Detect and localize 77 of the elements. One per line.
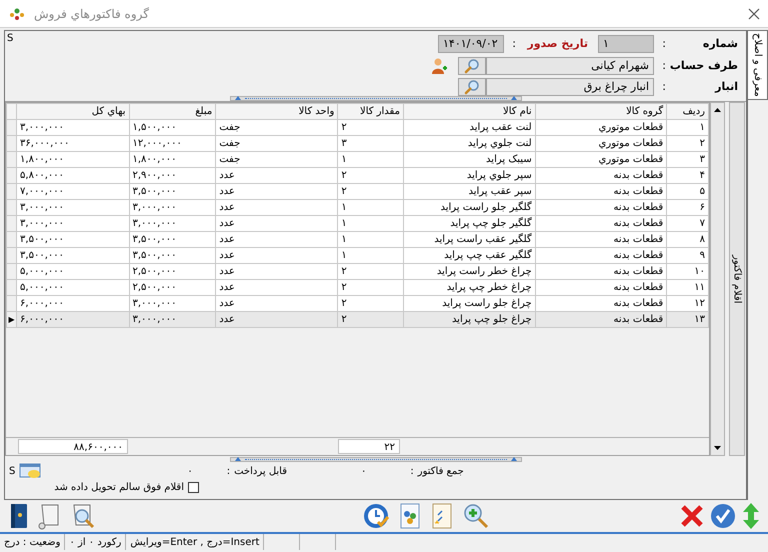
star-checklist-icon[interactable]	[430, 502, 454, 530]
table-row[interactable]: ۸ قطعات بدنه گلگير عقب راست پرايد ۱ عدد ۳,۵۰۰,۰۰۰ ۳,۵۰۰,۰۰۰	[6, 232, 708, 248]
field-label: شماره	[702, 36, 738, 52]
row-indicator: ▶	[8, 314, 15, 324]
status-bar-cell: رکورد ۰ از ۰	[65, 534, 126, 550]
search-icon	[464, 79, 480, 95]
field-label: انبار	[714, 78, 738, 95]
colon: :	[410, 464, 414, 478]
colon: :	[661, 58, 666, 74]
column-header[interactable]: بهاي كل	[16, 104, 129, 120]
text-field[interactable]: ۱۴۰۱/۰۹/۰۲	[438, 35, 504, 53]
table-row[interactable]: ۴ قطعات بدنه سپر جلوي پرايد ۲ عدد ۲,۹۰۰,۰۰۰ ۵,۸۰۰,۰۰۰	[6, 168, 708, 184]
invoice-sum-value: ۰	[361, 464, 366, 478]
field-label: طرف حساب	[668, 58, 738, 74]
colon: :	[661, 36, 666, 52]
checkbox-label: اقلام فوق سالم تحویل داده شد	[54, 481, 184, 495]
total-quantity-cell: ۲۲	[338, 439, 400, 454]
column-header[interactable]: ردیف	[666, 104, 708, 120]
column-header[interactable]: گروه کالا	[535, 104, 667, 120]
colon: :	[661, 78, 666, 95]
chat-window-icon[interactable]	[19, 463, 44, 479]
colon: :	[226, 464, 230, 478]
splitter-handle[interactable]	[230, 96, 522, 100]
table-row[interactable]: ۱۳ قطعات بدنه چراغ جلو چپ پرايد ۲ عدد ۳,۰۰۰,۰۰۰ ۶,۰۰۰,۰۰۰ ▶	[6, 312, 708, 328]
table-row[interactable]: ۶ قطعات بدنه گلگير جلو راست پرايد ۱ عدد ۳,۰۰۰,۰۰۰ ۳,۰۰۰,۰۰۰	[6, 200, 708, 216]
table-row[interactable]: ۲ قطعات موتوري لنت جلوي پرايد ۳ جفت ۱۲,۰۰۰,۰۰۰ ۳۶,۰۰۰,۰۰۰	[6, 136, 708, 152]
app-logo-icon	[8, 6, 26, 20]
payable-label: قابل پرداخت	[234, 464, 288, 478]
table-cell: چراغ جلو چپ پرايد	[403, 312, 536, 328]
lookup-button[interactable]	[458, 78, 486, 96]
up-down-arrow-icon[interactable]	[742, 502, 760, 530]
side-tab[interactable]: معرفی و اصلاح	[748, 30, 768, 100]
table-cell: عدد	[216, 312, 338, 328]
column-header[interactable]: نام کالا	[403, 104, 536, 120]
table-cell: ۱۳	[666, 312, 708, 328]
table-row[interactable]: ۱۰ قطعات بدنه چراغ خطر راست پرايد ۲ عدد ۲,۵۰۰,۰۰۰ ۵,۰۰۰,۰۰۰	[6, 264, 708, 280]
check-icon[interactable]	[710, 503, 736, 529]
items-tab[interactable]: اقلام فاکتور	[729, 102, 745, 456]
table-row[interactable]: ۱۱ قطعات بدنه چراغ خطر چپ پرايد ۲ عدد ۲,۵۰۰,۰۰۰ ۵,۰۰۰,۰۰۰	[6, 280, 708, 296]
close-icon[interactable]	[680, 504, 704, 528]
table-cell: قطعات بدنه	[535, 312, 667, 328]
column-header[interactable]: مقدار کالا	[338, 104, 404, 120]
users-document-icon[interactable]	[398, 502, 422, 530]
book-icon[interactable]	[8, 502, 30, 530]
colon: :	[511, 36, 516, 52]
text-field[interactable]: انبار چراغ برق	[486, 78, 654, 96]
column-header[interactable]: واحد کالا	[216, 104, 338, 120]
table-row[interactable]: ۵ قطعات بدنه سپر عقب پرايد ۲ عدد ۳,۵۰۰,۰۰۰ ۷,۰۰۰,۰۰۰	[6, 184, 708, 200]
column-header[interactable]: مبلغ	[129, 104, 216, 120]
lookup-button[interactable]	[458, 57, 486, 75]
vertical-scrollbar[interactable]	[710, 102, 725, 456]
payable-value: ۰	[187, 464, 193, 478]
text-field[interactable]: ۱	[598, 35, 654, 53]
checkbox[interactable]	[188, 482, 199, 493]
table-row[interactable]: ۱۲ قطعات بدنه چراغ جلو راست پرايد ۲ عدد ۳,۰۰۰,۰۰۰ ۶,۰۰۰,۰۰۰	[6, 296, 708, 312]
table-cell: ۲	[338, 312, 404, 328]
zoom-in-icon[interactable]	[462, 502, 490, 530]
search-icon	[464, 58, 480, 74]
window-title: گروه فاكتورهاي فروش	[34, 6, 149, 22]
table-cell: ۶,۰۰۰,۰۰۰	[16, 312, 129, 328]
total-price-cell: ۸۸,۶۰۰,۰۰۰	[18, 439, 128, 454]
splitter-handle[interactable]	[230, 456, 522, 462]
corner-mark: S	[7, 32, 14, 46]
table-row[interactable]: ۱ قطعات موتوري لنت عقب پرايد ۲ جفت ۱,۵۰۰,۰۰۰ ۳,۰۰۰,۰۰۰	[6, 120, 708, 136]
text-field[interactable]: شهرام کیانی	[486, 57, 654, 75]
table-row[interactable]: ۹ قطعات بدنه گلگير عقب چپ پرايد ۱ عدد ۳,۵۰۰,۰۰۰ ۳,۵۰۰,۰۰۰	[6, 248, 708, 264]
status-bar-cell: Insert=درج , Enter=ویرایش	[126, 534, 264, 550]
field-label: تاریخ صدور	[526, 36, 588, 52]
add-user-icon[interactable]	[430, 57, 448, 75]
status-bar-cell: وضعیت : درج	[0, 534, 66, 550]
table-row[interactable]: ۳ قطعات موتوري سيبک پرايد ۱ جفت ۱,۸۰۰,۰۰۰ ۱,۸۰۰,۰۰۰	[6, 152, 708, 168]
corner-mark: S	[9, 464, 16, 478]
invoice-sum-label: جمع فاکتور	[418, 464, 464, 478]
close-icon[interactable]	[748, 8, 760, 20]
table-cell: ۳,۰۰۰,۰۰۰	[129, 312, 216, 328]
table-row[interactable]: ۷ قطعات بدنه گلگير جلو چپ پرايد ۱ عدد ۳,۰۰۰,۰۰۰ ۳,۰۰۰,۰۰۰	[6, 216, 708, 232]
clock-check-icon[interactable]	[362, 502, 390, 530]
